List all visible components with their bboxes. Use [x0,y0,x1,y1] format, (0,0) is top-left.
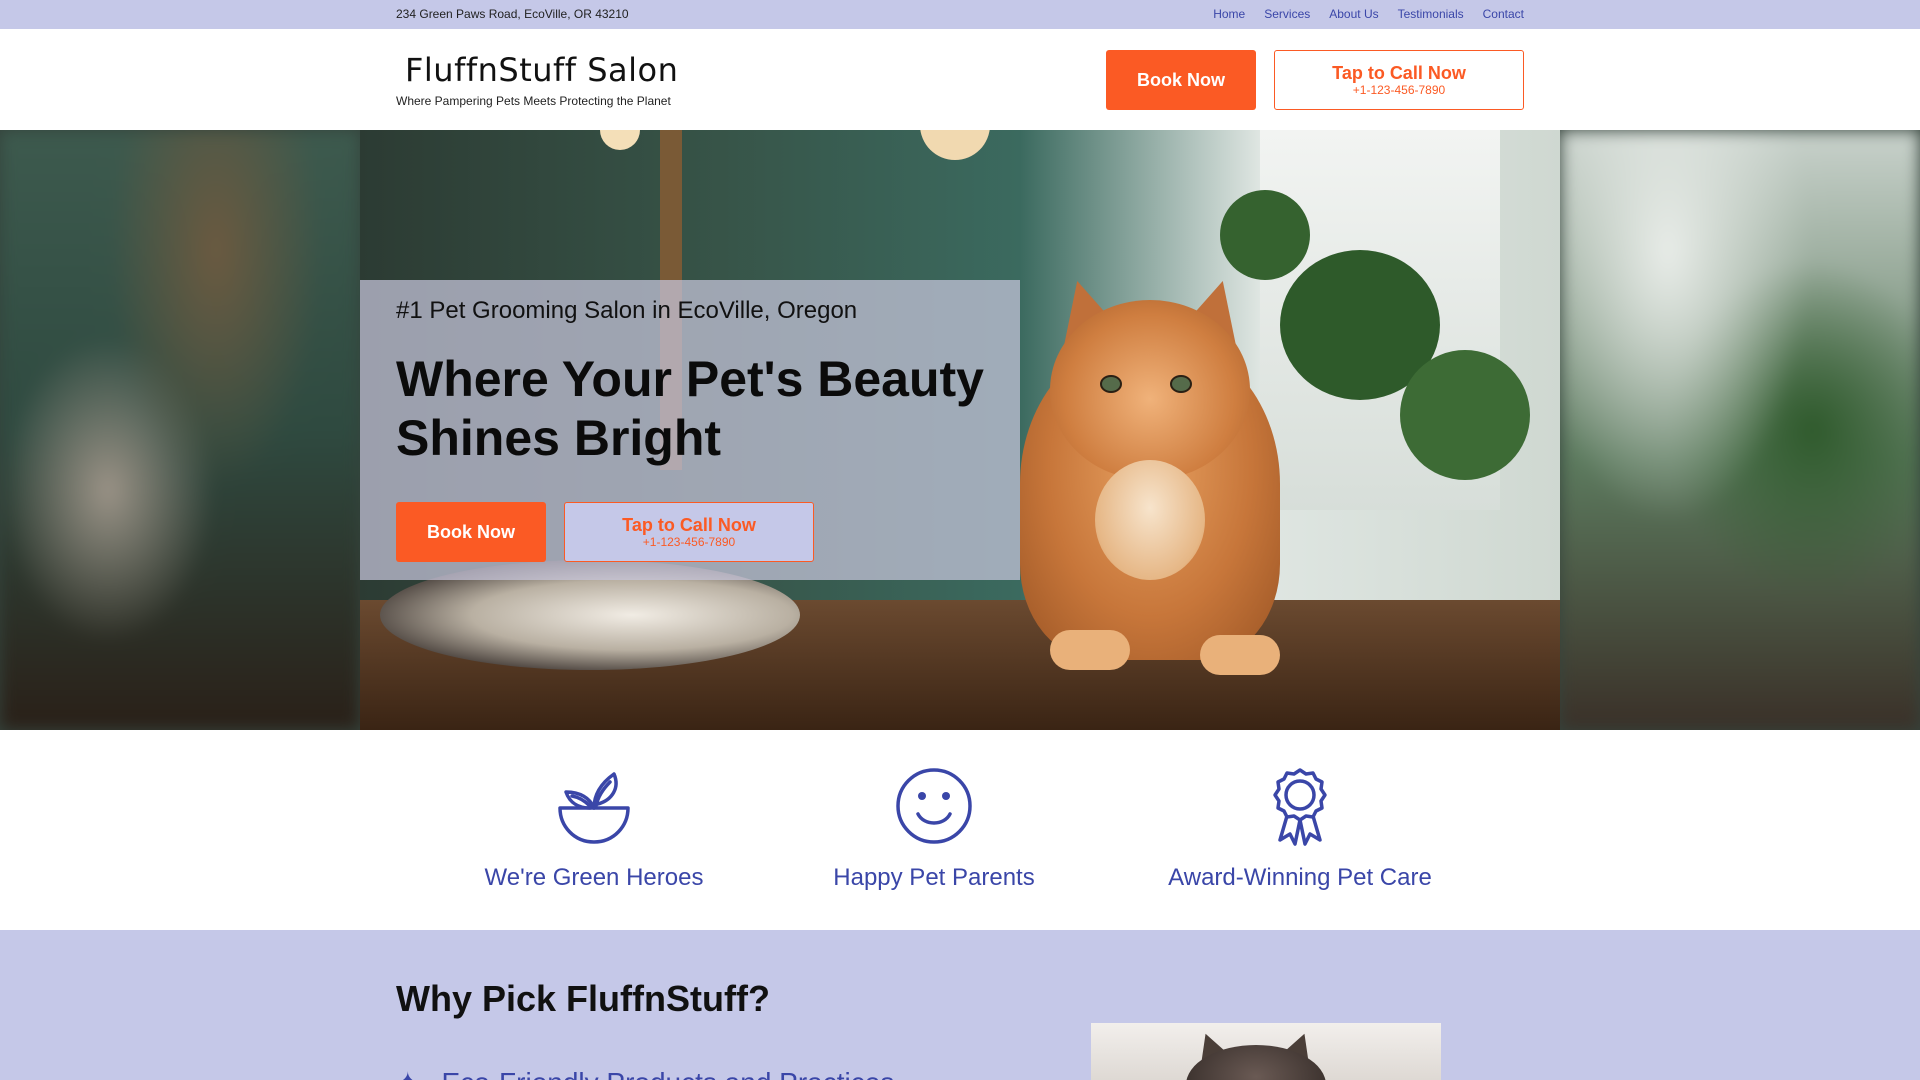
header-book-now-button[interactable]: Book Now [1106,50,1256,110]
nav-services[interactable]: Services [1264,7,1310,21]
hero-book-now-button[interactable]: Book Now [396,502,546,562]
hero-subtitle: #1 Pet Grooming Salon in EcoVille, Orego… [396,297,858,324]
top-nav: Home Services About Us Testimonials Cont… [1213,7,1524,21]
why-item-text: Eco-Friendly Products and Practices [441,1067,894,1080]
call-button-number: +1-123-456-7890 [642,535,736,549]
feature-label: Award-Winning Pet Care [1168,864,1432,891]
brand-logo-text[interactable]: FluffnStuff Salon [405,51,678,89]
hero-background-blur-left [0,130,360,730]
star-icon: ✦ [396,1066,419,1080]
hero-background-blur-right [1560,130,1920,730]
why-kitten-photo [1091,1023,1441,1080]
hero-call-button[interactable]: Tap to Call Now +1-123-456-7890 [564,502,814,562]
award-ribbon-icon [1273,768,1327,846]
call-button-label: Tap to Call Now [1332,63,1466,83]
feature-award-winning: Award-Winning Pet Care [1160,766,1440,892]
feature-label: Happy Pet Parents [833,864,1035,891]
hero-section: #1 Pet Grooming Salon in EcoVille, Orego… [0,130,1920,730]
nav-testimonials[interactable]: Testimonials [1398,7,1464,21]
feature-happy-parents: Happy Pet Parents [794,766,1074,892]
header-call-button[interactable]: Tap to Call Now +1-123-456-7890 [1274,50,1524,110]
plant-bowl-icon [558,772,630,844]
nav-home[interactable]: Home [1213,7,1245,21]
brand-tagline: Where Pampering Pets Meets Protecting th… [396,94,671,108]
why-section: Why Pick FluffnStuff? ✦ Eco-Friendly Pro… [0,930,1920,1080]
call-button-number: +1-123-456-7890 [1352,83,1446,97]
call-button-label: Tap to Call Now [622,515,756,535]
feature-green-heroes: We're Green Heroes [454,766,734,892]
top-utility-bar: 234 Green Paws Road, EcoVille, OR 43210 … [0,0,1920,29]
site-header: FluffnStuff Salon Where Pampering Pets M… [0,29,1920,130]
why-list-item: ✦ Eco-Friendly Products and Practices [396,1066,894,1080]
nav-contact[interactable]: Contact [1483,7,1524,21]
hero-card: #1 Pet Grooming Salon in EcoVille, Orego… [360,280,1020,580]
hero-title: Where Your Pet's Beauty Shines Bright [396,351,984,466]
nav-about-us[interactable]: About Us [1329,7,1378,21]
feature-label: We're Green Heroes [484,864,704,891]
why-title: Why Pick FluffnStuff? [396,978,770,1019]
features-row: We're Green Heroes Happy Pet Parents Awa… [0,730,1920,930]
address-text: 234 Green Paws Road, EcoVille, OR 43210 [396,7,629,21]
smiley-face-icon [896,768,972,844]
